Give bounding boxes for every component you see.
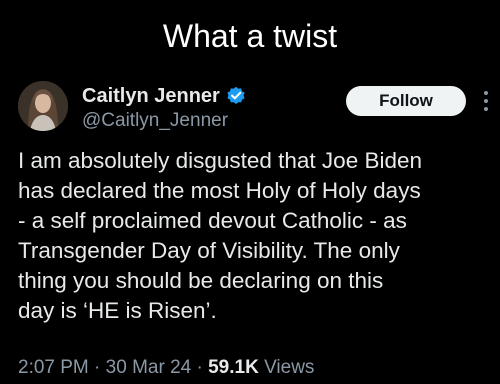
tweet-time[interactable]: 2:07 PM [18, 357, 89, 378]
author-name-row: Caitlyn Jenner [82, 84, 246, 108]
tweet-text-line: thing you should be declaring on this [18, 268, 384, 293]
image-caption: What a twist [162, 18, 338, 54]
more-vertical-icon[interactable] [482, 88, 490, 114]
meta-separator: · [94, 357, 101, 378]
tweet-meta: 2:07 PM · 30 Mar 24 · 59.1K Views [18, 356, 314, 380]
views-count: 59.1K [208, 357, 259, 378]
verified-badge-icon [226, 86, 246, 106]
author-display-name[interactable]: Caitlyn Jenner [82, 84, 220, 108]
views-label: Views [264, 357, 315, 378]
tweet-text-line: I am absolutely disgusted that Joe Biden [18, 148, 423, 173]
tweet-date[interactable]: 30 Mar 24 [106, 357, 192, 378]
avatar[interactable] [18, 81, 68, 131]
tweet-text-line: Transgender Day of Visibility. The only [18, 238, 400, 263]
meta-separator: · [196, 357, 203, 378]
tweet-text-line: - a self proclaimed devout Catholic - as [18, 208, 407, 233]
author-handle[interactable]: @Caitlyn_Jenner [82, 109, 228, 133]
tweet-text-line: has declared the most Holy of Holy days [18, 178, 421, 203]
profile-photo-icon [18, 81, 68, 131]
follow-button[interactable]: Follow [346, 86, 466, 116]
tweet-text-line: day is ‘HE is Risen’. [18, 298, 217, 323]
tweet-text: I am absolutely disgusted that Joe Biden… [18, 146, 494, 326]
